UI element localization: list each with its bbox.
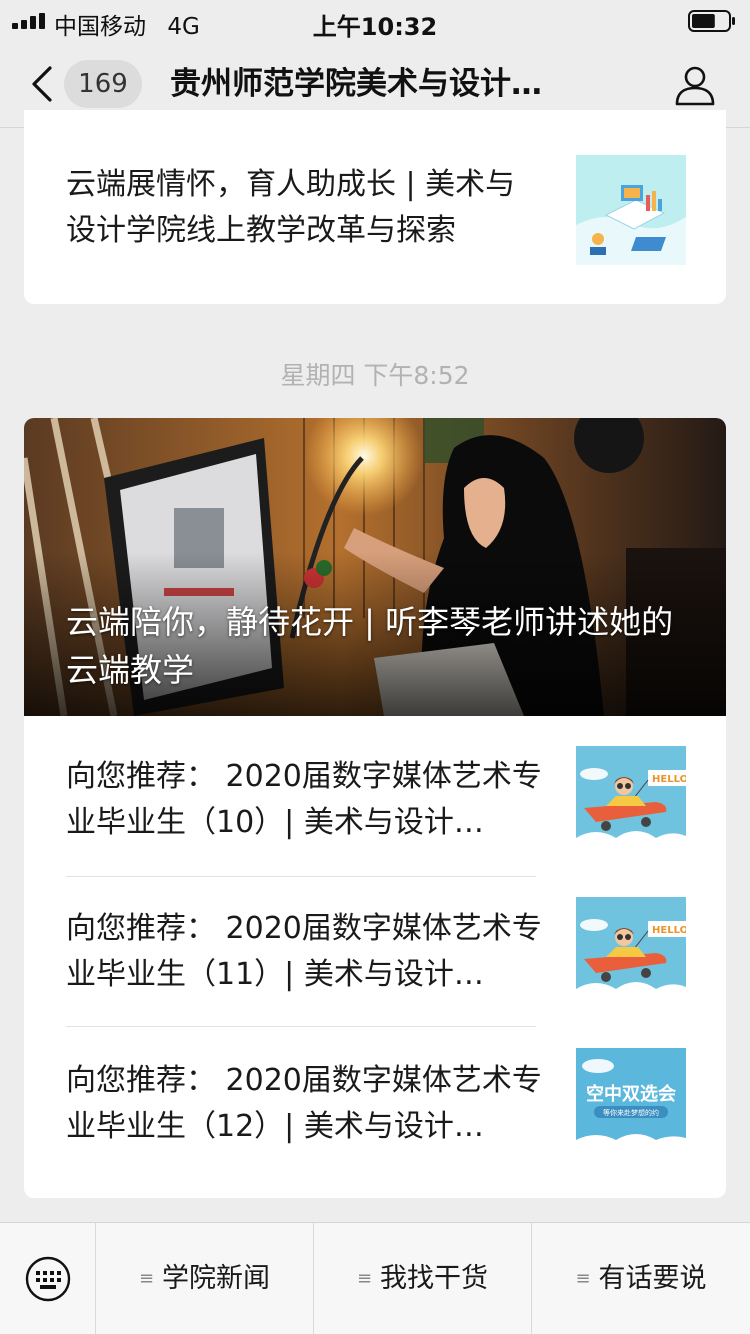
chevron-left-icon[interactable] xyxy=(30,65,54,103)
article-item[interactable]: 向您推荐： 2020届数字媒体艺术专业毕业生（11）| 美术与设计… HELLO xyxy=(24,876,726,1026)
menu-item-label: 有话要说 xyxy=(598,1263,707,1294)
article-thumbnail xyxy=(576,155,686,265)
pilot-airplane-image: HELLO xyxy=(576,897,686,1007)
hello-banner-text: HELLO xyxy=(652,774,686,785)
article-thumbnail: HELLO xyxy=(576,746,686,856)
hello-banner-text: HELLO xyxy=(652,925,686,936)
pilot-airplane-image: HELLO xyxy=(576,746,686,856)
page-title: 贵州师范学院美术与设计… xyxy=(170,66,542,102)
job-fair-poster-image: 空中双选会 等你来赴梦想的约 xyxy=(576,1048,686,1158)
article-title: 云端展情怀，育人助成长 | 美术与设计学院线上教学改革与探索 xyxy=(66,167,516,248)
article-thumbnail: HELLO xyxy=(576,897,686,1007)
menu-item-label: 学院新闻 xyxy=(162,1263,271,1294)
keyboard-icon xyxy=(25,1256,71,1302)
article-thumbnail: 空中双选会 等你来赴梦想的约 xyxy=(576,1048,686,1158)
unread-count-badge[interactable]: 169 xyxy=(64,60,142,108)
article-item[interactable]: 向您推荐： 2020届数字媒体艺术专业毕业生（12）| 美术与设计… 空中双选会… xyxy=(24,1026,726,1198)
bottom-menu-bar: ≡ 学院新闻 ≡ 我找干货 ≡ 有话要说 xyxy=(0,1222,750,1334)
menu-lines-icon: ≡ xyxy=(575,1268,591,1289)
menu-item-college-news[interactable]: ≡ 学院新闻 xyxy=(96,1223,314,1334)
menu-lines-icon: ≡ xyxy=(356,1268,373,1289)
battery-icon xyxy=(688,10,735,32)
cover-article[interactable]: 云端陪你，静待花开 | 听李琴老师讲述她的云端教学 xyxy=(24,418,726,716)
job-fair-title-text: 空中双选会 xyxy=(586,1083,676,1105)
message-timestamp: 星期四 下午8:52 xyxy=(280,361,470,390)
article-title: 向您推荐： 2020届数字媒体艺术专业毕业生（11）| 美术与设计… xyxy=(66,911,542,992)
article-title: 向您推荐： 2020届数字媒体艺术专业毕业生（10）| 美术与设计… xyxy=(66,759,542,840)
article-card: 云端展情怀，育人助成长 | 美术与设计学院线上教学改革与探索 xyxy=(24,110,726,304)
menu-item-resources[interactable]: ≡ 我找干货 xyxy=(314,1223,532,1334)
keyboard-toggle-button[interactable] xyxy=(0,1223,96,1334)
isometric-education-image xyxy=(576,155,686,265)
menu-item-feedback[interactable]: ≡ 有话要说 xyxy=(532,1223,750,1334)
person-icon[interactable] xyxy=(674,64,716,106)
cover-article-title: 云端陪你，静待花开 | 听李琴老师讲述她的云端教学 xyxy=(66,603,674,689)
article-item[interactable]: 云端展情怀，育人助成长 | 美术与设计学院线上教学改革与探索 xyxy=(24,110,726,304)
menu-item-label: 我找干货 xyxy=(380,1263,489,1294)
article-title: 向您推荐： 2020届数字媒体艺术专业毕业生（12）| 美术与设计… xyxy=(66,1063,542,1144)
status-time: 上午10:32 xyxy=(312,13,438,41)
status-bar: 中国移动 4G 上午10:32 xyxy=(0,0,750,41)
menu-lines-icon: ≡ xyxy=(138,1268,155,1289)
article-item[interactable]: 向您推荐： 2020届数字媒体艺术专业毕业生（10）| 美术与设计… HELLO xyxy=(24,716,726,876)
article-card-multi: 云端陪你，静待花开 | 听李琴老师讲述她的云端教学 向您推荐： 2020届数字媒… xyxy=(24,418,726,1198)
job-fair-subtitle-text: 等你来赴梦想的约 xyxy=(603,1108,659,1117)
